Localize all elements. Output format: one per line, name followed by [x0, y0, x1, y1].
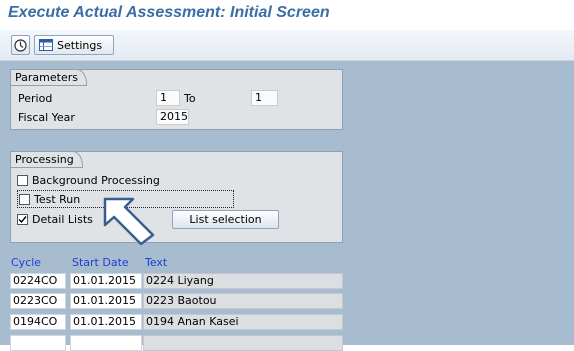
column-header-cycle: Cycle	[11, 256, 42, 269]
fiscal-year-label: Fiscal Year	[18, 111, 75, 124]
cycle-cell[interactable]: 0194CO	[10, 314, 66, 330]
test-run-checkbox[interactable]	[19, 194, 30, 205]
column-header-text: Text	[145, 256, 168, 269]
column-header-start-date: Start Date	[72, 256, 129, 269]
fiscal-year-field[interactable]: 2015	[156, 109, 189, 125]
cycle-cell[interactable]	[10, 335, 66, 351]
detail-lists-checkbox[interactable]	[17, 214, 28, 225]
processing-group: Processing Background Processing Test Ru…	[10, 151, 343, 243]
text-cell: 0224 Liyang	[143, 273, 343, 289]
checkmark-icon	[18, 216, 27, 224]
period-to-field[interactable]: 1	[251, 90, 278, 106]
pointer-arrow-icon	[103, 197, 155, 245]
start-date-cell[interactable]: 01.01.2015	[70, 314, 142, 330]
text-cell	[143, 335, 343, 351]
cycle-cell[interactable]: 0224CO	[10, 273, 66, 289]
period-from-field[interactable]: 1	[156, 90, 180, 106]
cycle-cell[interactable]: 0223CO	[10, 293, 66, 309]
period-label: Period	[18, 92, 53, 105]
main-area: Parameters Period 1 To 1 Fiscal Year 201…	[0, 61, 574, 351]
parameters-group: Parameters Period 1 To 1 Fiscal Year 201…	[10, 69, 343, 130]
start-date-cell[interactable]	[70, 335, 142, 351]
settings-button[interactable]: Settings	[34, 35, 114, 55]
settings-label: Settings	[57, 38, 103, 52]
start-date-cell[interactable]: 01.01.2015	[70, 273, 142, 289]
text-cell: 0194 Anan Kasei	[143, 314, 343, 330]
background-processing-checkbox[interactable]	[17, 175, 28, 186]
detail-lists-label: Detail Lists	[32, 213, 93, 226]
test-run-label: Test Run	[34, 193, 81, 206]
execute-icon	[14, 38, 27, 52]
list-selection-button[interactable]: List selection	[172, 210, 279, 229]
page-title: Execute Actual Assessment: Initial Scree…	[8, 4, 330, 21]
settings-icon	[39, 39, 53, 51]
execute-button[interactable]	[11, 35, 30, 55]
background-processing-label: Background Processing	[32, 174, 160, 187]
application-toolbar: Settings	[0, 30, 574, 61]
period-to-label: To	[184, 92, 196, 105]
text-cell: 0223 Baotou	[143, 293, 343, 309]
parameters-heading: Parameters	[10, 69, 87, 86]
start-date-cell[interactable]: 01.01.2015	[70, 293, 142, 309]
processing-heading: Processing	[10, 151, 83, 168]
